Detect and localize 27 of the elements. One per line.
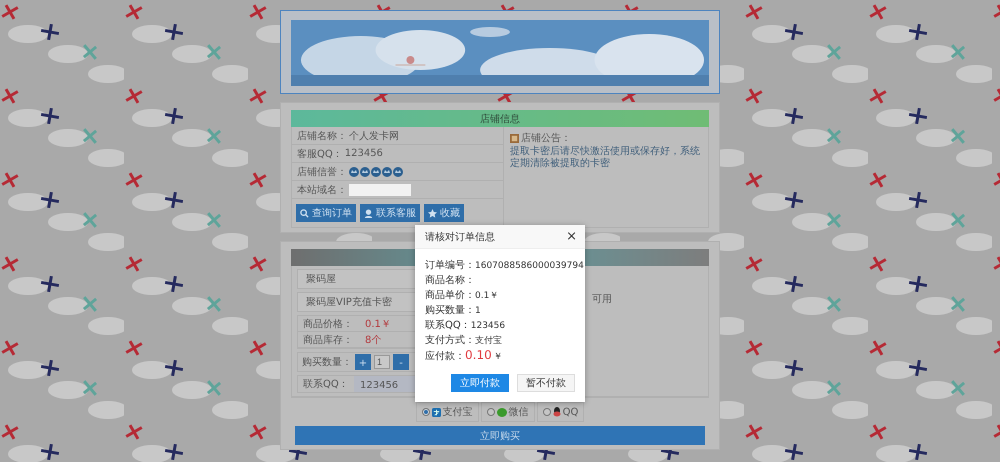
notice-text: 提取卡密后请尽快激活使用或保存好，系统定期清除被提取的卡密 — [510, 146, 701, 170]
field-label: 店铺信誉： — [297, 166, 347, 178]
field-label: 客服QQ： — [297, 148, 343, 160]
table-cell: 商品库存： — [298, 332, 360, 348]
payment-label: 微信 — [508, 406, 529, 419]
notice-title: 店铺公告： — [521, 132, 571, 145]
contact-label: 联系QQ： — [302, 378, 350, 392]
order-field-label: 订单编号： — [425, 258, 475, 272]
field-label: 店铺名称： — [297, 130, 347, 142]
order-field-value: 0.1￥ — [475, 290, 498, 302]
panel-header: 店铺信息 — [291, 110, 709, 127]
payment-label: 支付宝 — [442, 406, 473, 419]
field-value: 123456 — [344, 148, 383, 159]
order-field-label: 支付方式： — [425, 334, 475, 347]
order-field-label: 联系QQ： — [425, 318, 471, 332]
order-field-label: 商品名称： — [425, 274, 475, 287]
field-value: 个人发卡网 — [349, 130, 399, 142]
payment-label: QQ — [562, 406, 578, 418]
field-label: 本站域名： — [297, 184, 347, 196]
currency-sign: ￥ — [494, 351, 503, 363]
amount-due: 0.10 — [465, 348, 492, 362]
order-field-value: 1607088586000039794 — [475, 261, 584, 271]
order-field-label: 应付款： — [425, 350, 465, 363]
quantity-label: 购买数量： — [302, 356, 352, 369]
dialog-title: 请核对订单信息 — [425, 230, 495, 244]
table-cell: 商品价格： — [298, 316, 360, 332]
usage-note: 可用 — [592, 293, 613, 306]
